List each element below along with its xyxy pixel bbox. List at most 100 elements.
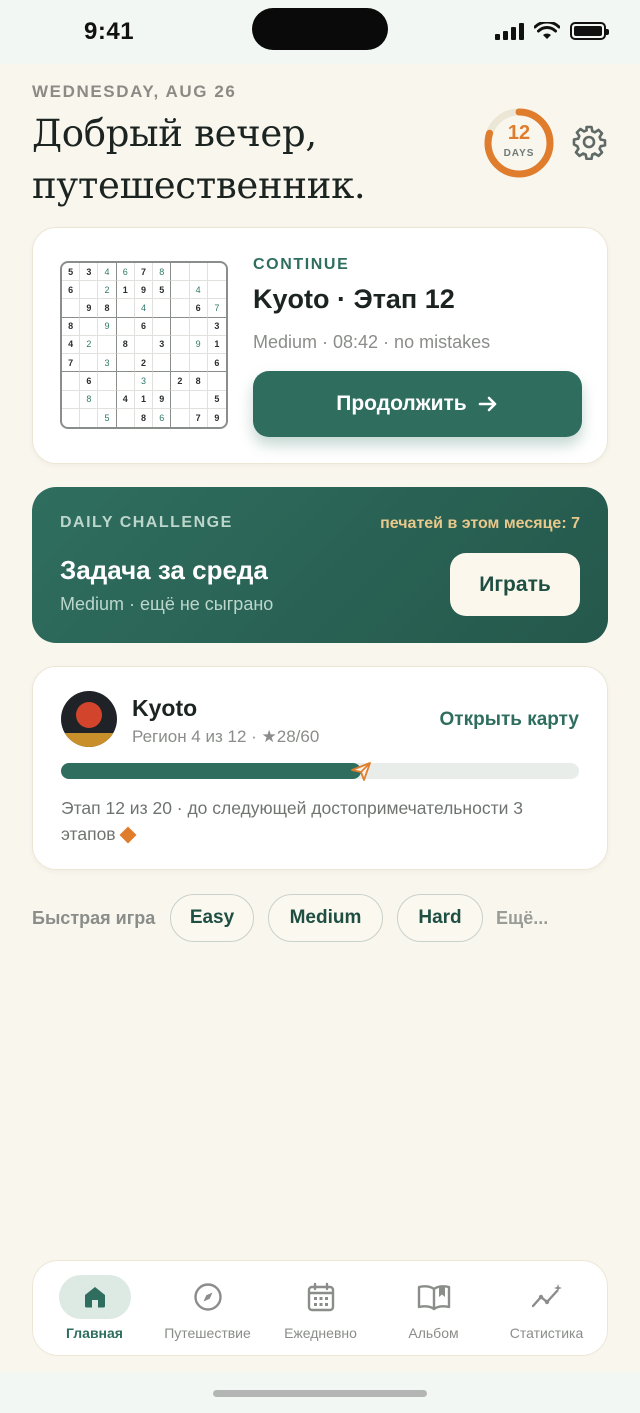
sudoku-cell: 6 bbox=[116, 263, 135, 282]
sudoku-cell: 5 bbox=[98, 408, 117, 427]
open-map-link[interactable]: Открыть карту bbox=[440, 709, 579, 731]
sudoku-cell: 3 bbox=[98, 354, 117, 373]
tab-label: Ежедневно bbox=[284, 1325, 357, 1341]
region-avatar bbox=[61, 691, 117, 747]
sudoku-cell bbox=[189, 263, 208, 282]
tab-album[interactable]: Альбом bbox=[376, 1261, 491, 1357]
sudoku-cell: 6 bbox=[62, 281, 81, 300]
sudoku-cell bbox=[134, 335, 154, 355]
tab-stats[interactable]: Статистика bbox=[489, 1261, 604, 1357]
diamond-icon bbox=[119, 826, 137, 844]
sudoku-cell bbox=[171, 263, 190, 282]
continue-button[interactable]: Продолжить bbox=[253, 371, 582, 437]
sudoku-cell: 4 bbox=[189, 281, 208, 300]
sudoku-cell bbox=[189, 317, 208, 336]
sudoku-cell: 8 bbox=[189, 372, 208, 391]
tab-label: Статистика bbox=[509, 1325, 584, 1341]
sudoku-cell bbox=[171, 354, 190, 373]
arrow-right-icon bbox=[478, 396, 497, 412]
sudoku-cell bbox=[171, 281, 190, 300]
streak-count: 12 bbox=[507, 122, 531, 144]
sudoku-cell bbox=[153, 354, 172, 373]
continue-card[interactable]: 5346786219549846789634283917326632884195… bbox=[32, 227, 608, 464]
compass-icon bbox=[193, 1283, 222, 1311]
sudoku-cell bbox=[116, 317, 135, 336]
sudoku-cell bbox=[98, 335, 117, 355]
status-bar: 9:41 bbox=[0, 0, 640, 64]
sudoku-cell bbox=[80, 281, 99, 300]
chip-medium[interactable]: Medium bbox=[268, 894, 383, 942]
daily-challenge-card[interactable]: DAILY CHALLENGE печатей в этом месяце: 7… bbox=[32, 487, 608, 643]
sudoku-cell: 2 bbox=[80, 335, 99, 355]
gear-icon[interactable] bbox=[571, 124, 607, 160]
date-label: WEDNESDAY, AUG 26 bbox=[32, 82, 237, 101]
sudoku-cell: 8 bbox=[135, 408, 154, 427]
tab-label: Путешествие bbox=[164, 1325, 251, 1341]
sudoku-cell: 9 bbox=[134, 281, 154, 300]
status-time: 9:41 bbox=[84, 18, 135, 45]
sudoku-cell bbox=[153, 317, 172, 336]
continue-title: Kyoto · Этап 12 bbox=[253, 284, 455, 314]
chip-easy[interactable]: Easy bbox=[170, 894, 254, 942]
sudoku-cell: 5 bbox=[62, 263, 81, 282]
streak-label: DAYS bbox=[503, 148, 535, 159]
chip-hard[interactable]: Hard bbox=[397, 894, 483, 942]
sudoku-cell: 8 bbox=[62, 317, 81, 336]
sudoku-cell: 1 bbox=[134, 390, 154, 409]
sudoku-cell: 7 bbox=[190, 408, 208, 427]
sudoku-cell: 7 bbox=[62, 354, 81, 373]
sudoku-cell: 3 bbox=[134, 372, 154, 391]
sudoku-cell: 6 bbox=[134, 317, 154, 336]
greeting-line-1: Добрый вечер, bbox=[32, 112, 317, 155]
sudoku-cell: 7 bbox=[207, 299, 226, 318]
calendar-icon bbox=[307, 1282, 334, 1312]
sudoku-cell bbox=[171, 408, 190, 427]
battery-icon bbox=[570, 22, 609, 40]
journey-card[interactable]: Kyoto Регион 4 из 12 · ★28/60 Открыть ка… bbox=[32, 666, 608, 870]
tab-home[interactable]: Главная bbox=[37, 1261, 152, 1357]
continue-kicker: CONTINUE bbox=[253, 256, 350, 273]
sudoku-cell: 8 bbox=[116, 335, 135, 355]
tab-daily[interactable]: Ежедневно bbox=[263, 1261, 378, 1357]
sudoku-cell bbox=[171, 390, 190, 409]
sudoku-cell bbox=[153, 299, 172, 318]
sudoku-cell: 4 bbox=[62, 335, 81, 355]
sudoku-cell: 9 bbox=[98, 317, 117, 336]
quick-play-label: Быстрая игра bbox=[32, 908, 156, 928]
greeting-title: Добрый вечер, путешественник. bbox=[32, 108, 452, 212]
sudoku-cell: 2 bbox=[98, 281, 117, 300]
sudoku-cell bbox=[80, 317, 99, 336]
tab-journey[interactable]: Путешествие bbox=[150, 1261, 265, 1357]
home-indicator[interactable] bbox=[213, 1390, 427, 1397]
sudoku-cell bbox=[171, 335, 190, 355]
play-button[interactable]: Играть bbox=[450, 553, 580, 616]
home-icon bbox=[84, 1287, 105, 1308]
sudoku-cell: 2 bbox=[171, 372, 190, 391]
sudoku-cell bbox=[207, 281, 226, 300]
tab-label: Альбом bbox=[408, 1325, 459, 1341]
sudoku-cell bbox=[98, 390, 117, 409]
sudoku-cell: 6 bbox=[153, 408, 172, 427]
journey-progress-fill bbox=[61, 763, 362, 779]
sudoku-cell bbox=[80, 408, 99, 427]
sudoku-cell bbox=[153, 372, 172, 391]
sudoku-cell: 6 bbox=[189, 299, 208, 318]
daily-title: Задача за среда bbox=[60, 555, 268, 585]
status-icons bbox=[495, 22, 609, 40]
sudoku-cell bbox=[207, 372, 226, 391]
sudoku-cell bbox=[189, 354, 208, 373]
sudoku-cell: 9 bbox=[214, 412, 220, 423]
signal-icon bbox=[495, 22, 524, 40]
region-meta: Регион 4 из 12 · ★28/60 bbox=[132, 727, 320, 746]
tab-label: Главная bbox=[66, 1325, 123, 1341]
more-link[interactable]: Ещё... bbox=[496, 908, 548, 929]
sudoku-cell: 4 bbox=[116, 390, 135, 409]
sudoku-cell: 8 bbox=[80, 390, 99, 409]
sudoku-cell bbox=[80, 354, 99, 373]
sudoku-cell bbox=[62, 390, 81, 409]
sudoku-cell: 8 bbox=[98, 299, 117, 318]
sudoku-cell: 5 bbox=[207, 391, 226, 409]
journey-note: Этап 12 из 20 · до следующей достопримеч… bbox=[61, 795, 581, 847]
sudoku-cell: 3 bbox=[207, 318, 226, 336]
sudoku-cell: 7 bbox=[134, 263, 154, 282]
